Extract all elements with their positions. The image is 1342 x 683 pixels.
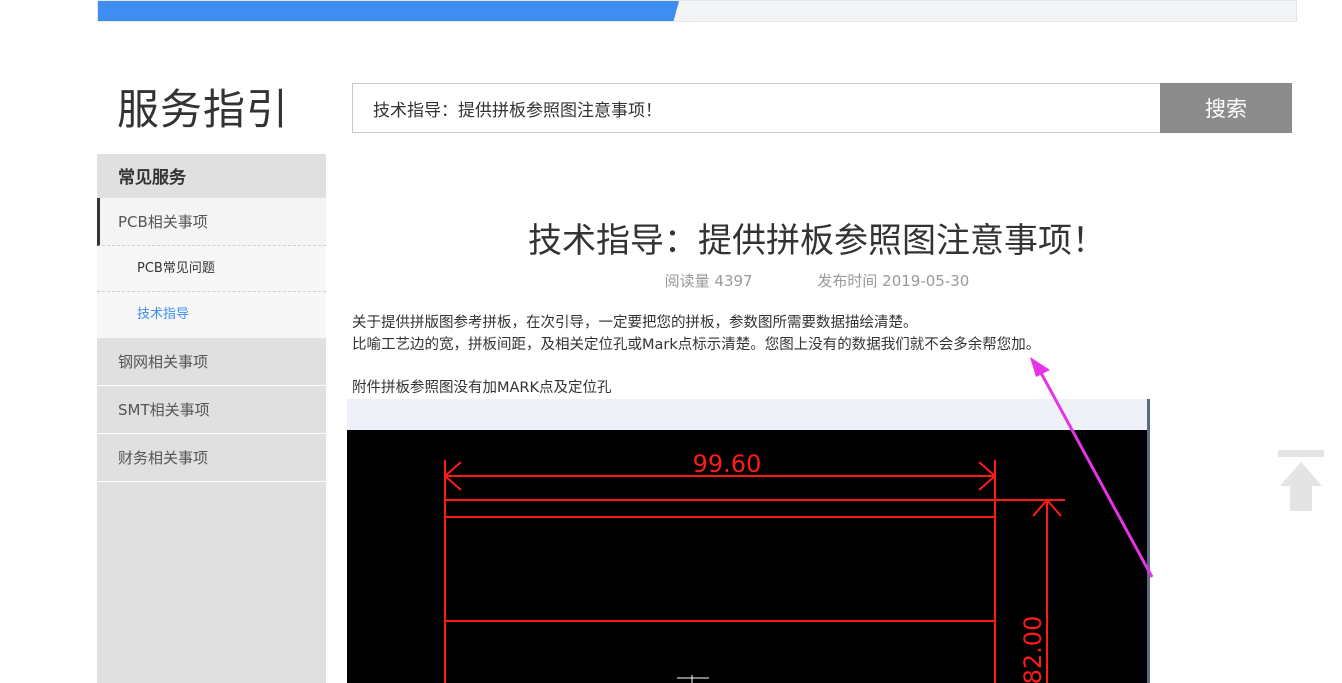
back-to-top-button[interactable] — [1276, 450, 1326, 512]
sidebar-item-pcb[interactable]: PCB相关事项 — [97, 198, 326, 246]
page-title: 服务指引 — [117, 85, 290, 134]
arrow-up-icon — [1278, 450, 1324, 511]
sidebar-subitem-pcb-faq[interactable]: PCB常见问题 — [97, 246, 326, 292]
view-count: 阅读量 4397 — [664, 272, 753, 290]
sidebar-subitem-tech-guide[interactable]: 技术指导 — [97, 292, 326, 338]
image-edge — [1147, 399, 1150, 683]
sidebar: 常见服务 PCB相关事项 PCB常见问题 技术指导 钢网相关事项 SMT相关事项… — [97, 154, 326, 683]
sidebar-item-stencil[interactable]: 钢网相关事项 — [97, 338, 326, 386]
article-paragraph: 比喻工艺边的宽，拼板间距，及相关定位孔或Mark点标示清楚。您图上没有的数据我们… — [352, 337, 1041, 353]
search-input[interactable] — [352, 83, 1160, 133]
progress-bar — [97, 0, 1297, 22]
cad-height-label: 82.00 — [1019, 616, 1047, 683]
panel-reference-image: 99.60 82.00 — [347, 399, 1150, 683]
search-button[interactable]: 搜索 — [1160, 83, 1292, 133]
article-paragraph: 关于提供拼版图参考拼板，在次引导，一定要把您的拼板，参数图所需要数据描绘清楚。 — [352, 315, 918, 331]
article-title: 技术指导：提供拼板参照图注意事项！ — [528, 221, 1106, 261]
article-paragraph: 附件拼板参照图没有加MARK点及定位孔 — [352, 380, 612, 396]
sidebar-header: 常见服务 — [97, 154, 326, 198]
search-bar: 搜索 — [352, 83, 1292, 133]
article-meta: 阅读量 4397 发布时间 2019-05-30 — [352, 270, 1282, 291]
cad-drawing: 99.60 82.00 — [347, 430, 1147, 683]
publish-date: 发布时间 2019-05-30 — [817, 272, 970, 290]
sidebar-item-finance[interactable]: 财务相关事项 — [97, 434, 326, 482]
cad-width-label: 99.60 — [693, 450, 762, 478]
progress-bar-fill — [98, 1, 679, 22]
sidebar-item-smt[interactable]: SMT相关事项 — [97, 386, 326, 434]
